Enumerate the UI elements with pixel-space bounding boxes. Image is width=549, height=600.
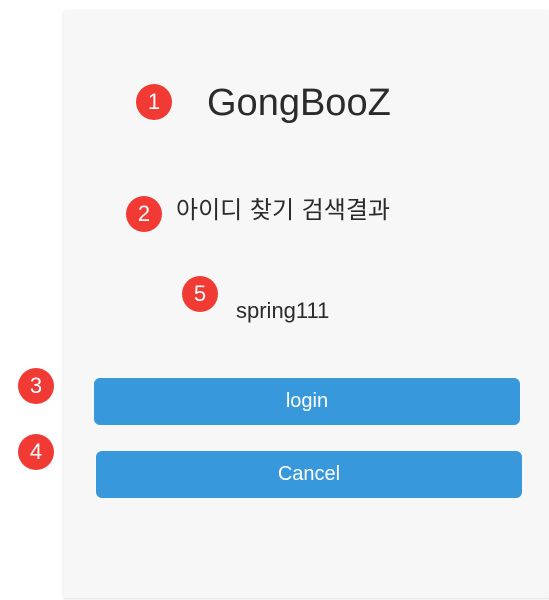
- marker-1: 1: [136, 84, 172, 120]
- marker-5: 5: [182, 276, 218, 312]
- login-button[interactable]: login: [94, 378, 520, 425]
- marker-4: 4: [18, 434, 54, 470]
- found-id-text: spring111: [236, 298, 330, 323]
- cancel-button[interactable]: Cancel: [96, 451, 522, 498]
- marker-2: 2: [126, 196, 162, 232]
- page: 1 GongBooZ 2 아이디 찾기 검색결과 5 spring111 3 l…: [0, 0, 549, 600]
- page-subtitle: 아이디 찾기 검색결과: [176, 196, 390, 224]
- app-title: GongBooZ: [207, 82, 391, 124]
- marker-3: 3: [18, 368, 54, 404]
